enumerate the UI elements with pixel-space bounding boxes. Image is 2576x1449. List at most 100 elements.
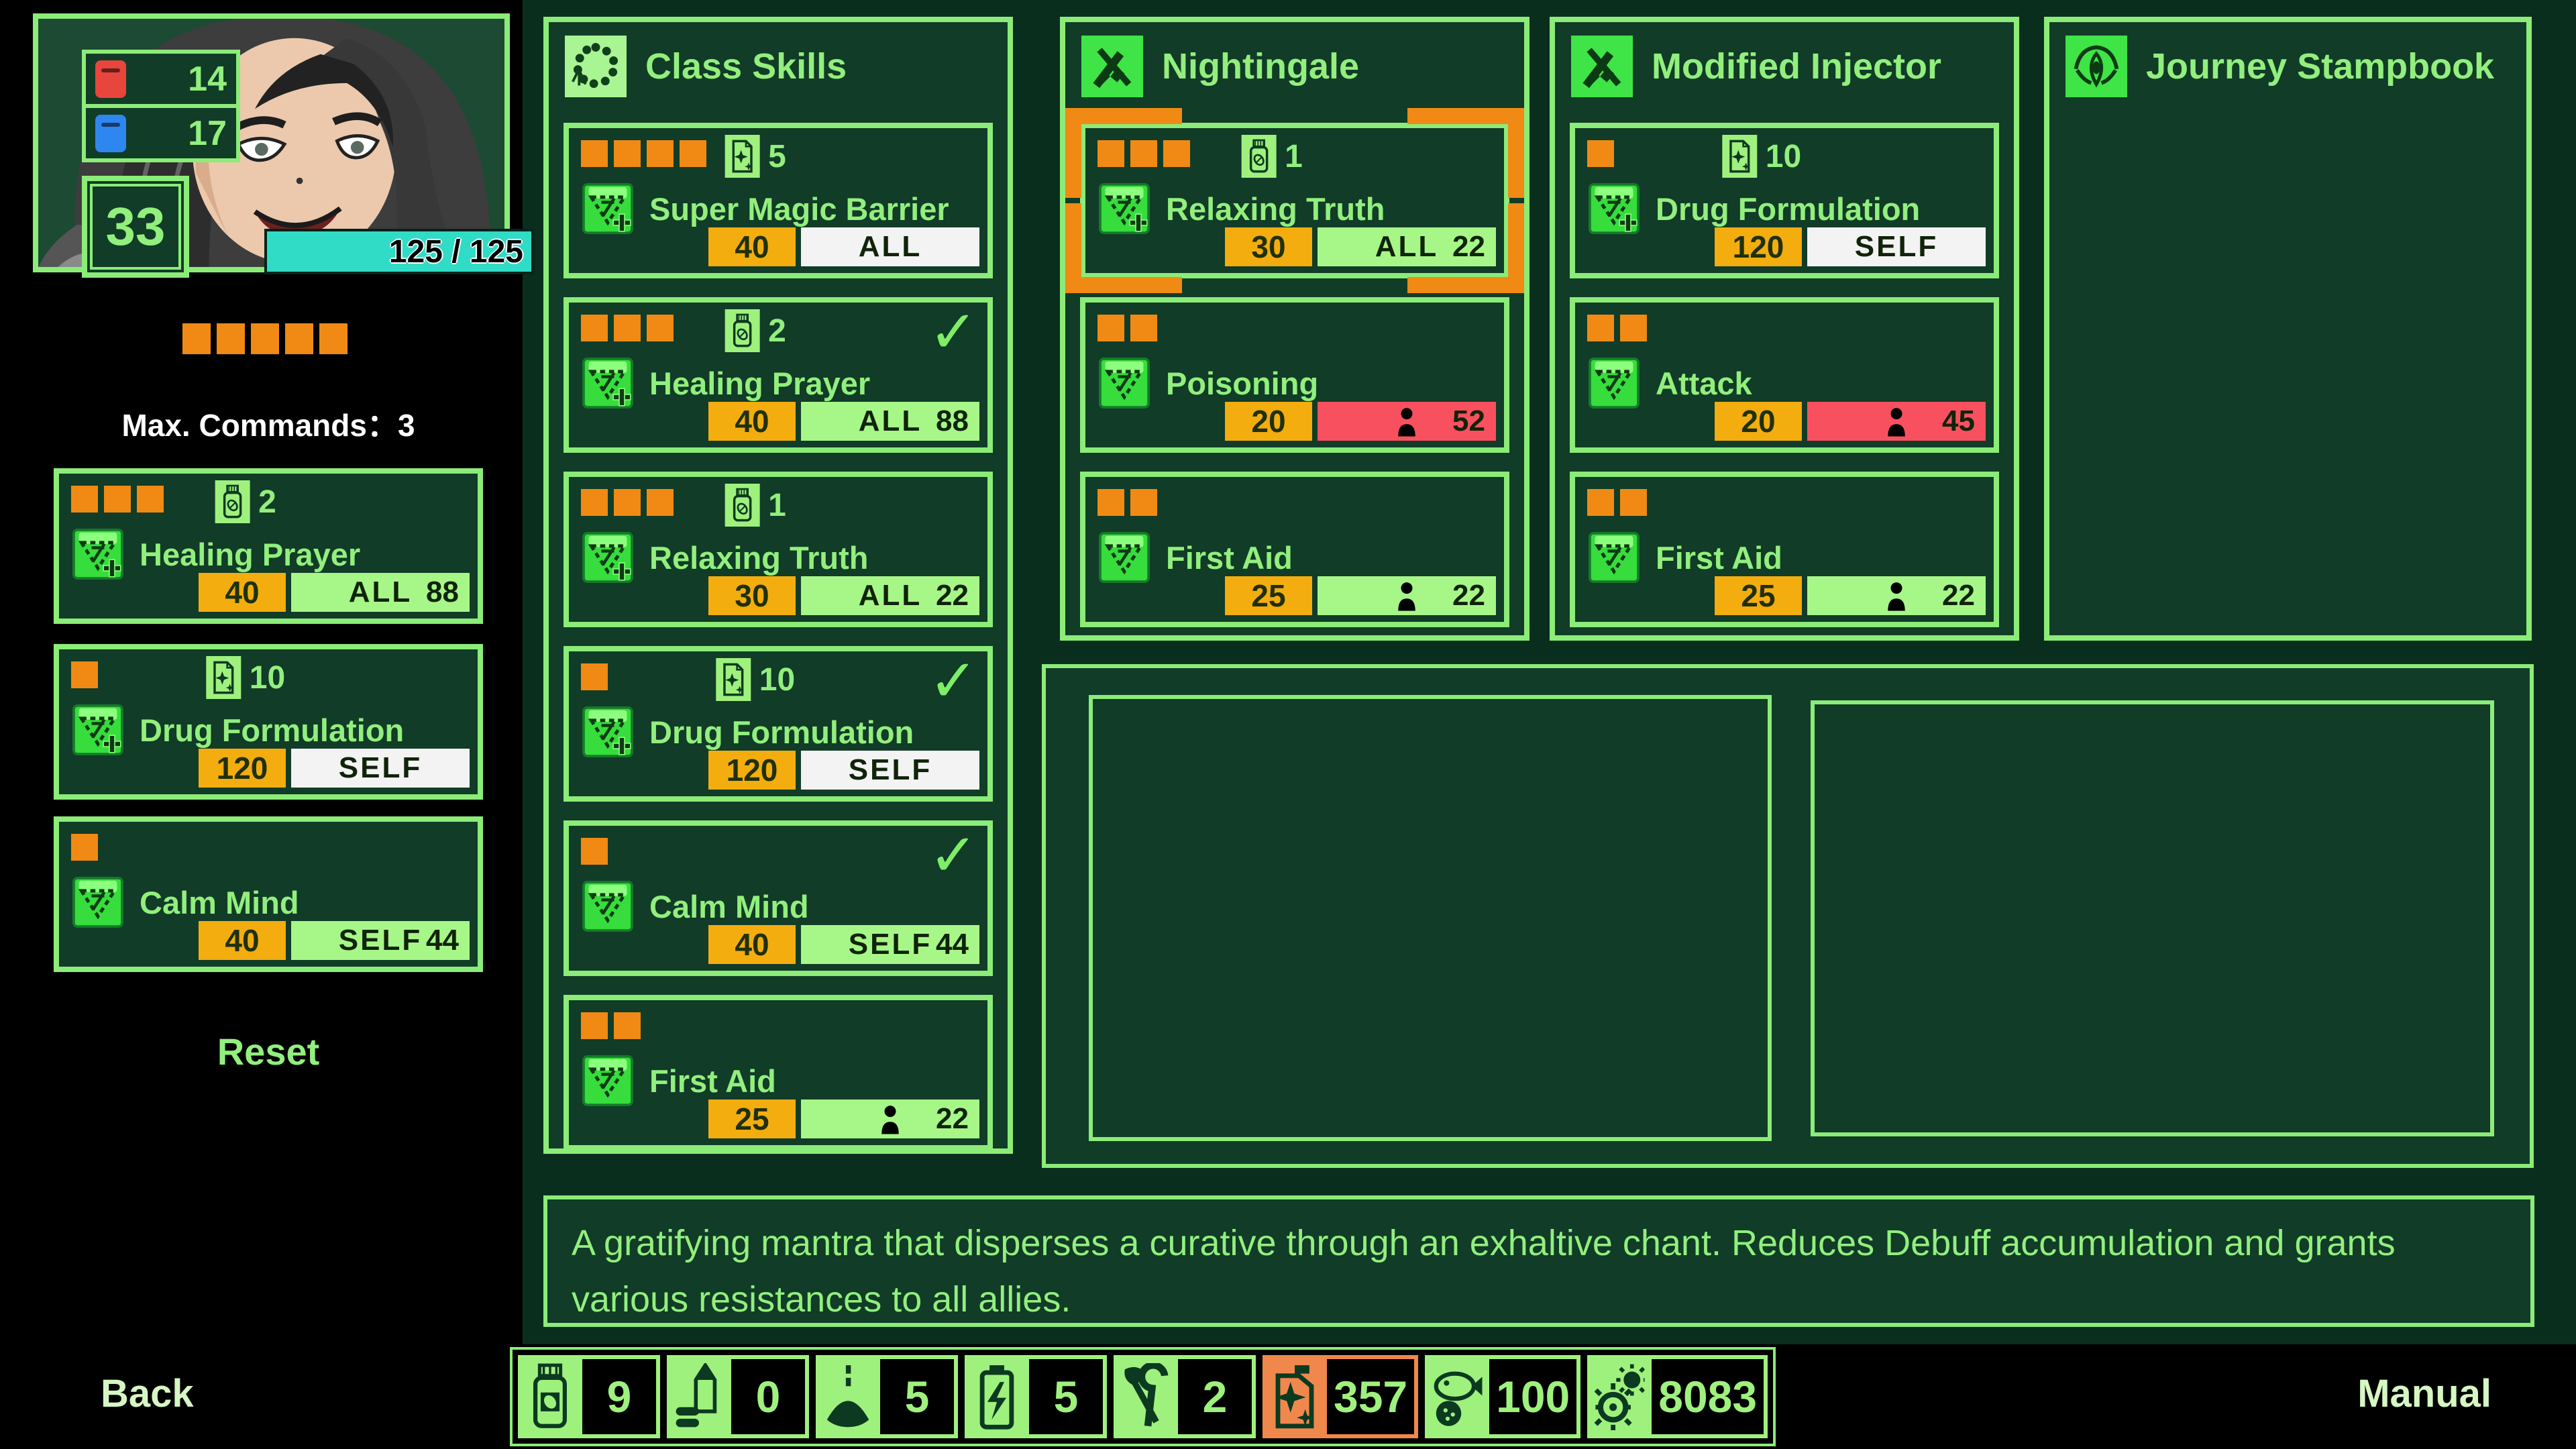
inventory-item-medicine-bottle[interactable]: 9 <box>518 1355 660 1438</box>
card-mid-row: Calm Mind <box>582 881 977 932</box>
inventory-strip: 905523571008083 <box>510 1347 1776 1446</box>
inventory-item-skill-card[interactable]: 357 <box>1263 1355 1418 1438</box>
cost-value-box: 40 <box>708 925 796 964</box>
cost-pip <box>217 323 245 354</box>
inventory-item-bullet[interactable]: 0 <box>667 1355 809 1438</box>
inventory-item-gears[interactable]: 8083 <box>1587 1355 1768 1438</box>
card-bottom-row: 40SELF44 <box>708 925 979 964</box>
cost-pips <box>581 140 706 167</box>
skill-name: Relaxing Truth <box>649 539 868 576</box>
skill-name: Drug Formulation <box>1656 191 1920 227</box>
skill-name: First Aid <box>1166 539 1293 576</box>
column-modified-injector: Modified Injector 10Drug Formulation120S… <box>1550 17 2019 641</box>
skill-name: First Aid <box>1656 539 1782 576</box>
inventory-item-fish[interactable]: 100 <box>1425 1355 1580 1438</box>
inventory-item-powder[interactable]: 5 <box>816 1355 958 1438</box>
skill-card[interactable]: First Aid2522 <box>564 995 993 1150</box>
skill-card[interactable]: Calm Mind40SELF44 <box>54 816 483 972</box>
skill-card[interactable]: Attack2045 <box>1570 297 1999 453</box>
cost-value-box: 30 <box>1225 227 1312 266</box>
back-button[interactable]: Back <box>101 1371 194 1416</box>
cost-pips <box>1587 140 1614 167</box>
cost-pip <box>1130 315 1157 341</box>
crossed-weapons-icon <box>1081 36 1143 97</box>
cost-pip <box>614 489 641 516</box>
skill-card[interactable]: ✓Calm Mind40SELF44 <box>564 820 993 976</box>
cost-value-box: 120 <box>1715 227 1802 266</box>
target-box: 52 <box>1318 402 1496 441</box>
target-box: ALL22 <box>1318 227 1496 266</box>
skill-card[interactable]: 10 Drug Formulation120 SELF <box>1570 123 1999 278</box>
card-mid-row: Drug Formulation <box>1589 183 1983 234</box>
skill-card[interactable]: First Aid2522 <box>1570 472 1999 627</box>
card-bottom-row: 2522 <box>1715 576 1986 615</box>
cost-pips <box>1587 489 1647 516</box>
cost-pip <box>647 315 674 341</box>
stampbook-header: Journey Stampbook <box>2065 36 2494 97</box>
uses-count: 5 <box>768 138 786 175</box>
equipment-panel <box>1042 664 2534 1168</box>
column-header: Class Skills <box>565 36 847 97</box>
cost-pip <box>1620 489 1647 516</box>
column-title: Class Skills <box>645 46 847 87</box>
target-value: 44 <box>426 924 459 957</box>
medicine-jar-icon <box>725 484 760 527</box>
cost-pip <box>1587 489 1614 516</box>
skill-card[interactable]: Poisoning2052 <box>1080 297 1509 453</box>
cost-pip <box>581 315 608 341</box>
card-bottom-row: 30ALL22 <box>708 576 979 615</box>
target-box: SELF <box>1807 227 1986 266</box>
item-count: 0 <box>731 1359 805 1434</box>
skill-card-icon <box>1723 135 1758 178</box>
target-value: 52 <box>1452 405 1485 438</box>
reset-button[interactable]: Reset <box>54 1030 483 1073</box>
card-bottom-row: 120 SELF <box>1715 227 1986 266</box>
skill-name: Calm Mind <box>649 888 809 925</box>
cost-value-box: 40 <box>199 921 286 960</box>
card-bottom-row: 40ALL88 <box>708 402 979 441</box>
inventory-item-battery[interactable]: 5 <box>965 1355 1107 1438</box>
skill-card-icon <box>725 135 760 178</box>
bullet-icon <box>667 1359 731 1434</box>
skill-card[interactable]: 10✓Drug Formulation120SELF <box>564 646 993 802</box>
skill-card[interactable]: 2Healing Prayer40ALL88 <box>54 468 483 624</box>
person-icon <box>1395 406 1418 437</box>
plus-icon <box>1617 212 1639 233</box>
skill-card[interactable]: 2✓Healing Prayer40ALL88 <box>564 297 993 453</box>
skill-card[interactable]: First Aid2522 <box>1080 472 1509 627</box>
cost-pips <box>581 1012 641 1039</box>
target-value: 22 <box>1452 230 1485 264</box>
target-value: 22 <box>936 1102 969 1136</box>
empty-slot-left[interactable] <box>1089 695 1772 1141</box>
item-count: 5 <box>1029 1359 1103 1434</box>
cost-pip <box>1097 140 1124 167</box>
card-mid-row: First Aid <box>1099 532 1493 583</box>
inventory-item-tools[interactable]: 2 <box>1114 1355 1256 1438</box>
manual-button[interactable]: Manual <box>2357 1371 2491 1416</box>
cost-pips <box>1097 489 1157 516</box>
card-top-row: 10 <box>1587 136 1984 180</box>
skill-icon <box>1589 532 1640 583</box>
card-mid-row: Calm Mind <box>72 877 467 928</box>
skill-card[interactable]: 1Relaxing Truth30ALL22 <box>1080 123 1509 278</box>
cost-value-box: 25 <box>1225 576 1312 615</box>
hp-bar: 125 / 125 <box>264 229 534 274</box>
target-label: ALL <box>859 405 922 438</box>
target-label: SELF <box>849 928 932 961</box>
empty-slot-right[interactable] <box>1811 700 2494 1136</box>
person-icon <box>1395 580 1418 611</box>
plus-icon <box>611 386 633 408</box>
cost-pip <box>581 1012 608 1039</box>
cost-pip <box>1130 140 1157 167</box>
check-icon: ✓ <box>928 303 978 362</box>
skill-card[interactable]: 1 Relaxing Truth30ALL22 <box>564 472 993 627</box>
skill-icon <box>1099 358 1150 409</box>
skill-card[interactable]: 5Super Magic Barrier40ALL <box>564 123 993 278</box>
skill-icon <box>1589 183 1640 234</box>
target-box: 22 <box>1807 576 1986 615</box>
card-top-row: 1 <box>581 485 978 529</box>
target-label: SELF <box>1855 230 1938 264</box>
cost-pip <box>251 323 279 354</box>
skill-card[interactable]: 10Drug Formulation120SELF <box>54 644 483 800</box>
card-mid-row: Drug Formulation <box>582 706 977 757</box>
